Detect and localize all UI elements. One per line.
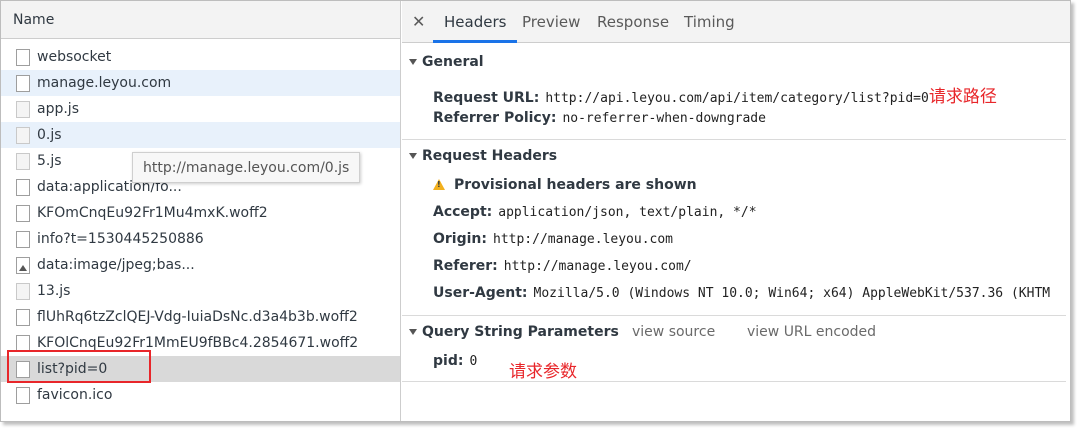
section-query-params-title: Query String Parameters [422,324,619,340]
details-tabbar: ✕ Headers Preview Response Timing [402,1,1070,43]
file-icon [16,283,30,300]
request-url-value: http://api.leyou.com/api/item/category/l… [545,91,929,106]
file-icon [16,101,30,118]
request-row[interactable]: app.js [1,96,400,122]
tab-timing[interactable]: Timing [684,1,735,43]
request-row[interactable]: KFOmCnqEu92Fr1Mu4mxK.woff2 [1,200,400,226]
request-url-row: Request URL: http://api.leyou.com/api/ite… [433,82,997,107]
section-general[interactable]: General [402,50,1066,74]
file-icon [16,49,30,66]
section-request-headers-title: Request Headers [422,148,558,164]
chevron-down-icon [409,59,417,65]
request-name: flUhRq6tzZclQEJ-Vdg-IuiaDsNc.d3a4b3b.wof… [37,309,358,325]
referrer-policy-row: Referrer Policy: no-referrer-when-downgra… [433,110,766,126]
chevron-down-icon [409,329,417,335]
request-list-pane: Name websocket manage.leyou.com app.js 0.js… [1,1,401,421]
file-icon [16,127,30,144]
file-icon [16,153,30,170]
query-params-annotation: 请求参数 [509,362,577,382]
request-details-pane: ✕ Headers Preview Response Timing Genera… [402,1,1070,421]
request-name: websocket [37,49,112,65]
name-column-header[interactable]: Name [1,1,400,39]
tab-headers[interactable]: Headers [433,1,518,43]
file-icon [16,179,30,196]
request-name: manage.leyou.com [37,75,172,91]
section-general-title: General [422,54,484,70]
request-row[interactable]: flUhRq6tzZclQEJ-Vdg-IuiaDsNc.d3a4b3b.wof… [1,304,400,330]
request-row[interactable]: manage.leyou.com [1,70,400,96]
request-name: favicon.ico [37,387,113,403]
divider [402,381,1066,382]
referer-key: Referer: [433,258,498,274]
request-row[interactable]: websocket [1,44,400,70]
request-name: data:image/jpeg;bas... [37,257,195,273]
section-query-params[interactable]: Query String Parameters view source view… [402,320,1066,344]
request-url-key: Request URL: [433,90,540,106]
request-name: app.js [37,101,79,117]
accept-row: Accept: application/json, text/plain, */* [433,204,757,220]
request-row[interactable]: favicon.ico [1,382,400,408]
file-icon [16,205,30,222]
pid-value: 0 [469,354,478,369]
file-icon [16,387,30,404]
accept-value: application/json, text/plain, */* [498,205,757,220]
user-agent-value: Mozilla/5.0 (Windows NT 10.0; Win64; x64… [533,286,1051,301]
referer-value: http://manage.leyou.com/ [503,259,692,274]
referrer-policy-value: no-referrer-when-downgrade [562,111,766,126]
section-request-headers[interactable]: Request Headers [402,144,1066,168]
view-url-encoded-link[interactable]: view URL encoded [747,320,876,344]
close-icon[interactable]: ✕ [412,12,425,31]
user-agent-key: User-Agent: [433,285,528,301]
pid-row: pid: 0 [433,353,477,369]
user-agent-row: User-Agent: Mozilla/5.0 (Windows NT 10.0;… [433,285,1070,301]
view-source-link[interactable]: view source [632,320,715,344]
request-row[interactable]: info?t=1530445250886 [1,226,400,252]
chevron-down-icon [409,153,417,159]
accept-key: Accept: [433,204,493,220]
request-name: 13.js [37,283,71,299]
url-tooltip: http://manage.leyou.com/0.js [132,152,361,183]
origin-row: Origin: http://manage.leyou.com [433,231,673,247]
provisional-warning-text: Provisional headers are shown [454,177,697,193]
annotation-highlight-box [7,350,151,383]
tab-response[interactable]: Response [597,1,669,43]
request-name: 0.js [37,127,62,143]
pid-key: pid: [433,353,464,369]
divider [402,139,1066,140]
provisional-warning-row: Provisional headers are shown [433,177,703,193]
devtools-window: Name websocket manage.leyou.com app.js 0.js… [0,0,1071,422]
file-icon [16,75,30,92]
request-row[interactable]: 0.js [1,122,400,148]
warning-icon [433,179,445,190]
request-name: KFOlCnqEu92Fr1MmEU9fBBc4.2854671.woff2 [37,335,359,351]
request-url-annotation: 请求路径 [928,87,997,107]
origin-key: Origin: [433,231,487,247]
request-row[interactable]: data:image/jpeg;bas... [1,252,400,278]
file-icon [16,309,30,326]
request-name: info?t=1530445250886 [37,231,204,247]
file-icon [16,231,30,248]
referer-row: Referer: http://manage.leyou.com/ [433,258,692,274]
origin-value: http://manage.leyou.com [493,232,674,247]
referrer-policy-key: Referrer Policy: [433,110,557,126]
image-icon [16,257,30,274]
tab-preview[interactable]: Preview [522,1,580,43]
request-name: 5.js [37,153,62,169]
request-name: KFOmCnqEu92Fr1Mu4mxK.woff2 [37,205,268,221]
divider [402,315,1066,316]
request-row[interactable]: 13.js [1,278,400,304]
